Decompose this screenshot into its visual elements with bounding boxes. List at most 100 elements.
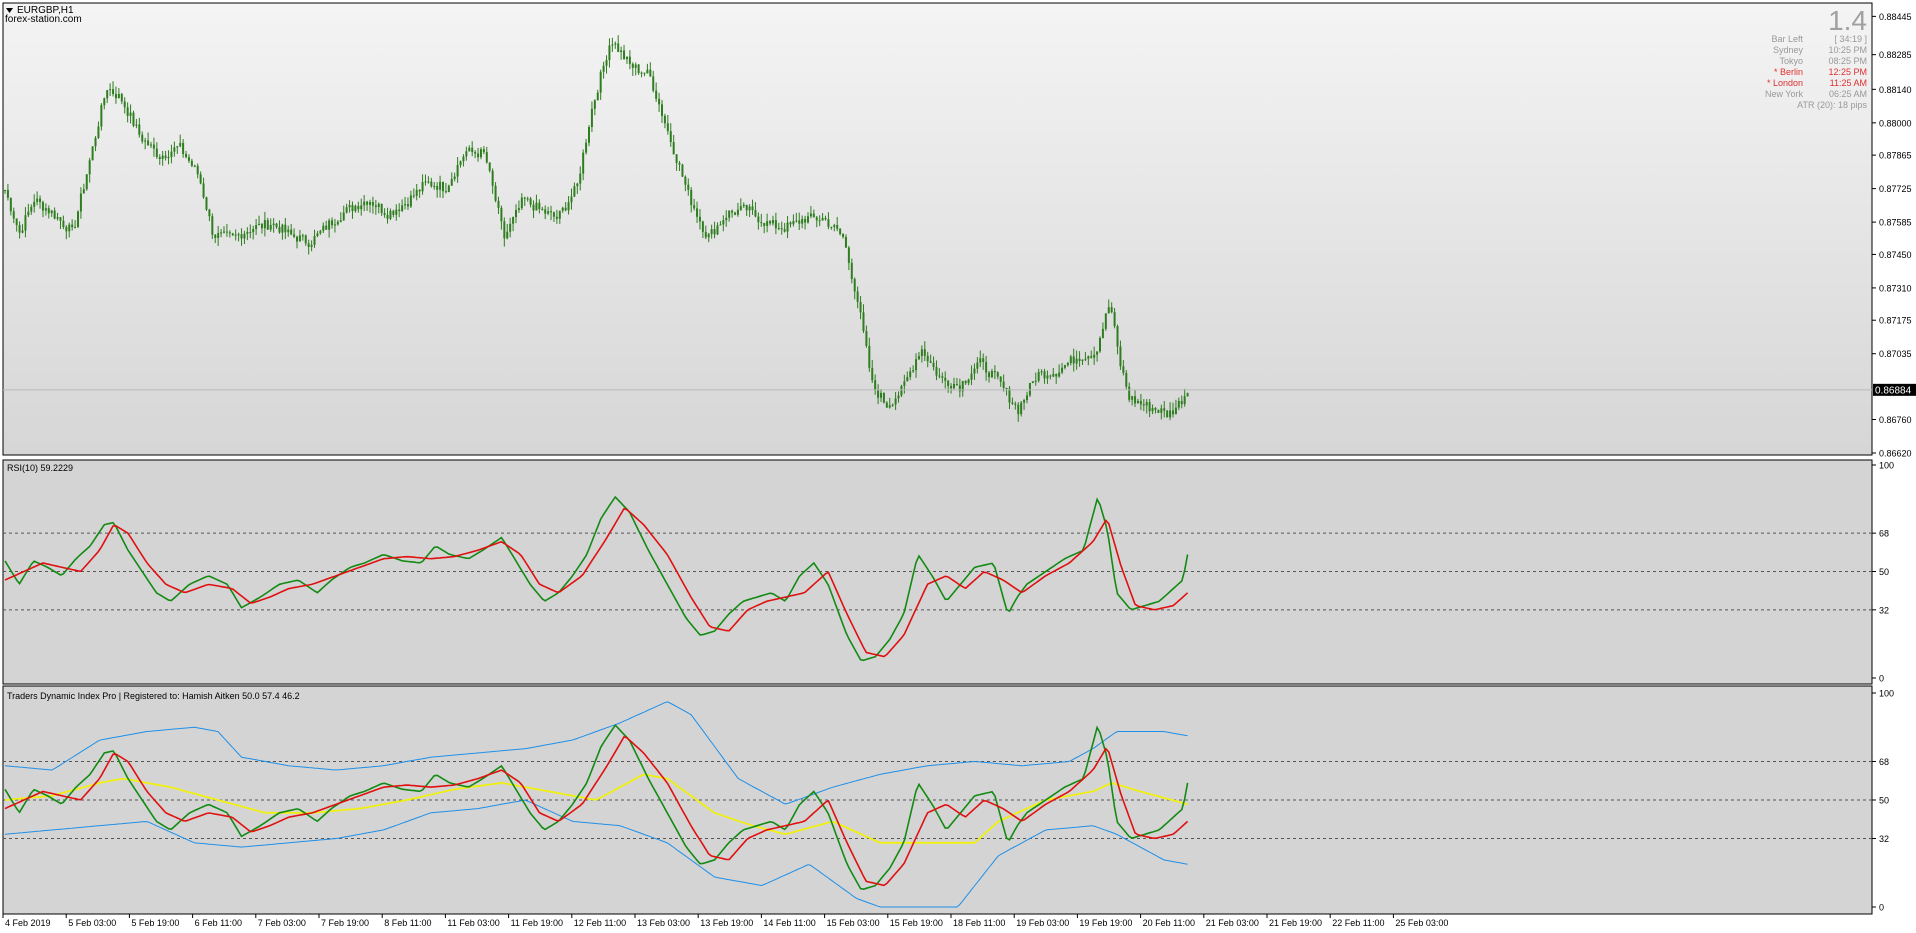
candle-body [909,371,912,378]
candle-body [783,229,786,232]
rsi-title: RSI(10) 59.2229 [7,463,73,473]
candle-body [436,186,439,190]
candle-body [287,229,290,233]
candle-body [941,376,944,378]
candle-body [1043,371,1046,379]
candle-body [336,221,339,225]
candle-body [979,358,982,363]
candle-body [625,56,628,60]
tdi-panel[interactable]: 100 68 50 32 0 Traders Dynamic Index Pro | R… [2,685,1894,915]
candle-body [882,392,885,403]
candle-body [1104,313,1107,329]
candle-body [950,386,953,389]
candle-body [535,202,538,211]
session-time: 08:25 PM [1828,56,1867,66]
candle-body [611,44,614,46]
candle-body [129,112,132,116]
candle-body [360,205,363,210]
price-panel[interactable]: 0.88445 0.88285 0.88140 0.88000 0.87865 0.877… [2,2,1916,459]
candle-body [786,222,789,232]
candle-body [523,197,526,199]
current-price-tag: 0.86884 [1873,383,1916,396]
candle-body [620,50,623,52]
price-axis-label: 0.87450 [1879,250,1912,260]
candle-body [1169,410,1172,418]
candle-body [354,205,357,212]
candle-body [795,220,798,222]
price-axis-label: 0.88000 [1879,118,1912,128]
candle-body [1081,359,1084,361]
price-axis-label: 0.87725 [1879,184,1912,194]
candle-body [500,207,503,222]
chart-window[interactable]: 0.88445 0.88285 0.88140 0.88000 0.87865 0.877… [0,0,1916,933]
candle-body [284,224,287,233]
candle-body [517,208,520,210]
candle-body [18,225,21,233]
candle-body [649,69,652,77]
candle-body [1066,363,1069,366]
candle-body [1116,326,1119,347]
candle-body [228,232,231,234]
candle-body [477,153,480,158]
candle-body [459,161,462,165]
time-axis-label: 21 Feb 19:00 [1269,918,1322,928]
candle-body [512,217,515,224]
candle-body [760,222,763,224]
candle-body [953,384,955,389]
candle-body [1002,381,1005,388]
axis-label: 68 [1879,529,1889,539]
candle-body [225,231,228,233]
time-axis-label: 4 Feb 2019 [5,918,51,928]
candle-body [728,210,731,218]
candle-body [1128,386,1131,400]
candle-body [243,233,246,239]
price-axis-label: 0.87035 [1879,349,1912,359]
price-axis-label: 0.87310 [1879,283,1912,293]
candle-body [106,90,109,99]
candle-body [544,209,547,214]
axis-label: 32 [1879,834,1889,844]
candle-body [1078,358,1081,361]
time-axis-label: 13 Feb 03:00 [637,918,690,928]
candle-body [333,224,336,226]
candle-body [328,220,331,230]
candle-body [888,405,891,408]
candle-body [112,89,115,94]
rsi-panel[interactable]: 100 68 50 32 0 RSI(10) 59.2229 [2,459,1894,685]
candle-body [1099,337,1101,352]
candle-body [672,142,675,155]
candle-body [36,198,39,202]
candle-body [187,157,190,161]
time-axis-label: 15 Feb 03:00 [827,918,880,928]
candle-body [77,211,79,228]
time-axis-label: 21 Feb 03:00 [1206,918,1259,928]
candle-body [640,72,643,74]
time-axis-label: 15 Feb 19:00 [890,918,943,928]
candle-body [722,220,725,225]
candle-body [97,126,100,138]
candle-body [255,225,258,230]
candle-body [637,64,640,74]
candle-body [1122,366,1125,373]
candle-body [1107,307,1110,314]
candle-body [707,234,710,238]
candle-body [891,404,894,406]
candle-body [50,210,53,214]
candle-body [734,212,736,215]
candle-body [771,220,774,224]
candle-body [44,208,47,211]
time-axis-label: 13 Feb 19:00 [700,918,753,928]
price-axis-label: 0.86620 [1879,449,1912,459]
candle-body [310,244,313,247]
candle-body [947,380,950,387]
candle-body [996,372,999,377]
candle-body [307,243,310,247]
candle-body [903,381,906,386]
session-label: Bar Left [1771,34,1803,44]
candle-body [357,205,360,210]
candle-body [789,222,792,225]
session-label: Sydney [1773,45,1804,55]
candle-body [509,223,512,232]
candle-body [301,235,304,237]
candle-body [690,189,693,206]
